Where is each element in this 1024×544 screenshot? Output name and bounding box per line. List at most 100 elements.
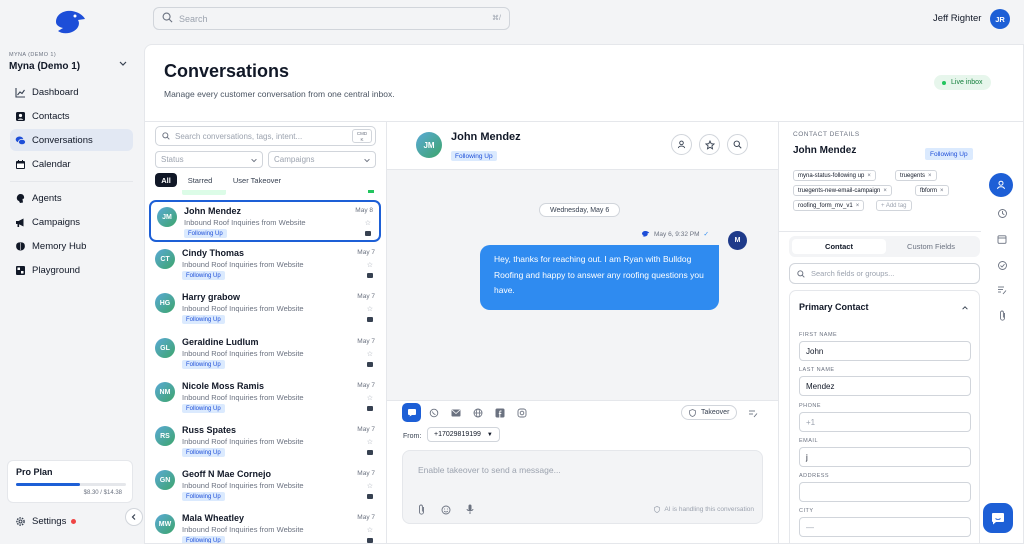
history-icon[interactable] (995, 206, 1009, 220)
email-field[interactable]: j (799, 447, 971, 467)
microphone-icon[interactable] (461, 501, 478, 518)
contact-tag[interactable]: fbform × (915, 185, 949, 196)
nav-item-calendar[interactable]: Calendar (10, 153, 133, 175)
agents-icon (15, 193, 26, 204)
star-icon[interactable]: ☆ (367, 305, 373, 313)
email-channel-icon[interactable] (450, 407, 462, 419)
calendar-icon[interactable] (995, 232, 1009, 246)
tab-custom-fields[interactable]: Custom Fields (884, 239, 978, 254)
star-icon[interactable]: ☆ (367, 526, 373, 534)
nav-item-memory-hub[interactable]: Memory Hub (10, 235, 133, 257)
conversation-item[interactable]: GN Geoff N Mae Cornejo May 7 Inbound Roo… (149, 465, 381, 507)
conversation-item[interactable]: RS Russ Spates May 7 Inbound Roof Inquir… (149, 421, 381, 463)
sms-channel-icon[interactable] (402, 403, 421, 422)
attach-icon[interactable] (413, 501, 430, 518)
workspace-name[interactable]: Myna (Demo 1) (9, 61, 80, 72)
web-channel-icon[interactable] (472, 407, 484, 419)
phone-field[interactable]: +1 (799, 412, 971, 432)
tab-contact[interactable]: Contact (792, 239, 886, 254)
contact-user-icon[interactable] (989, 173, 1013, 197)
user-name[interactable]: Jeff Righter (933, 13, 981, 24)
nav-label: Playground (32, 264, 81, 276)
contact-tag[interactable]: truegents × (895, 170, 937, 181)
nav-item-agents[interactable]: Agents (10, 187, 133, 209)
conversation-item[interactable]: GL Geraldine Ludlum May 7 Inbound Roof I… (149, 333, 381, 375)
contact-name: John Mendez (793, 145, 857, 156)
nav-item-campaigns[interactable]: Campaigns (10, 211, 133, 233)
star-icon[interactable]: ☆ (367, 394, 373, 402)
nav-item-playground[interactable]: Playground (10, 259, 133, 281)
star-icon[interactable]: ☆ (367, 438, 373, 446)
conversation-item[interactable]: MW Mala Wheatley May 7 Inbound Roof Inqu… (149, 509, 381, 543)
collapse-sidebar-button[interactable] (125, 508, 143, 526)
search-chat-button[interactable] (727, 134, 748, 155)
status-tag: Following Up (182, 271, 225, 280)
myna-logo-icon[interactable] (52, 8, 88, 38)
nav-item-conversations[interactable]: Conversations (10, 129, 133, 151)
task-check-icon[interactable] (995, 258, 1009, 272)
attachment-icon[interactable] (995, 308, 1009, 322)
emoji-icon[interactable] (437, 501, 454, 518)
user-avatar[interactable]: JR (990, 9, 1010, 29)
whatsapp-channel-icon[interactable] (428, 407, 440, 419)
contact-profile-button[interactable] (671, 134, 692, 155)
instagram-channel-icon[interactable] (516, 407, 528, 419)
star-icon[interactable]: ☆ (367, 350, 373, 358)
contact-tag[interactable]: truegents-new-email-campaign × (793, 185, 892, 196)
avatar: NM (155, 382, 175, 402)
star-icon[interactable]: ☆ (365, 219, 371, 227)
last-name-field[interactable]: Mendez (799, 376, 971, 396)
star-icon[interactable]: ☆ (367, 261, 373, 269)
conversation-date: May 7 (357, 426, 375, 433)
chevron-up-icon[interactable] (961, 304, 969, 315)
search-icon (162, 132, 170, 140)
conversation-item[interactable]: CT Cindy Thomas May 7 Inbound Roof Inqui… (149, 244, 381, 286)
sidebar: MYNA (DEMO 1) Myna (Demo 1) Dashboard Co… (0, 0, 143, 544)
tab-all[interactable]: All (155, 173, 177, 187)
address-field[interactable] (799, 482, 971, 502)
first-name-field[interactable]: John (799, 341, 971, 361)
add-tag-button[interactable]: + Add tag (876, 200, 912, 211)
conversation-item[interactable]: HG Harry grabow May 7 Inbound Roof Inqui… (149, 288, 381, 330)
conversation-item[interactable]: JM John Mendez May 8 Inbound Roof Inquir… (149, 200, 381, 242)
avatar: JM (416, 132, 442, 158)
nav-label: Memory Hub (32, 240, 87, 252)
nav-item-contacts[interactable]: Contacts (10, 105, 133, 127)
from-label: From: (403, 433, 422, 440)
chevron-down-icon (363, 156, 371, 166)
takeover-button[interactable]: Takeover (681, 405, 738, 420)
notes-icon[interactable] (995, 283, 1009, 297)
chat-messages: Wednesday, May 6 May 6, 9:32 PM ✓ Hey, t… (387, 170, 778, 400)
conversation-search-input[interactable]: Search conversations, tags, intent... CM… (155, 126, 376, 146)
contact-tag[interactable]: myna-status-following up × (793, 170, 876, 181)
chevron-down-icon[interactable] (118, 58, 128, 68)
status-tag[interactable]: Following Up (925, 148, 973, 160)
message-icon (367, 317, 373, 322)
campaigns-filter[interactable]: Campaigns (268, 151, 376, 168)
city-field[interactable]: — (799, 517, 971, 537)
tab-starred[interactable]: Starred (181, 173, 219, 187)
plan-card[interactable]: Pro Plan $8.30 / $14.38 (7, 460, 133, 503)
status-tag: Following Up (451, 151, 497, 161)
message-composer[interactable]: Enable takeover to send a message... AI … (402, 450, 763, 524)
conversation-date: May 7 (357, 470, 375, 477)
contact-tag[interactable]: roofing_form_mv_v1 × (793, 200, 865, 211)
settings-button[interactable]: Settings (15, 516, 77, 527)
conversation-date: May 7 (357, 382, 375, 389)
star-icon[interactable]: ☆ (367, 482, 373, 490)
global-search-input[interactable]: Search ⌘/ (153, 7, 510, 30)
facebook-channel-icon[interactable] (494, 407, 506, 419)
field-label: FIRST NAME (799, 332, 838, 338)
conversation-item[interactable]: NM Nicole Moss Ramis May 7 Inbound Roof … (149, 377, 381, 419)
takeover-label: Takeover (701, 409, 730, 416)
nav-item-dashboard[interactable]: Dashboard (10, 81, 133, 103)
from-number-select[interactable]: +17029819199 ▼ (427, 427, 500, 442)
live-dot (942, 80, 946, 85)
tab-user-takeover[interactable]: User Takeover (225, 173, 289, 187)
field-search-input[interactable]: Search fields or groups... (789, 263, 980, 284)
support-chat-button[interactable] (983, 503, 1013, 533)
star-button[interactable] (699, 134, 720, 155)
status-filter[interactable]: Status (155, 151, 263, 168)
compose-options-icon[interactable] (747, 407, 759, 419)
field-label: ADDRESS (799, 473, 830, 479)
